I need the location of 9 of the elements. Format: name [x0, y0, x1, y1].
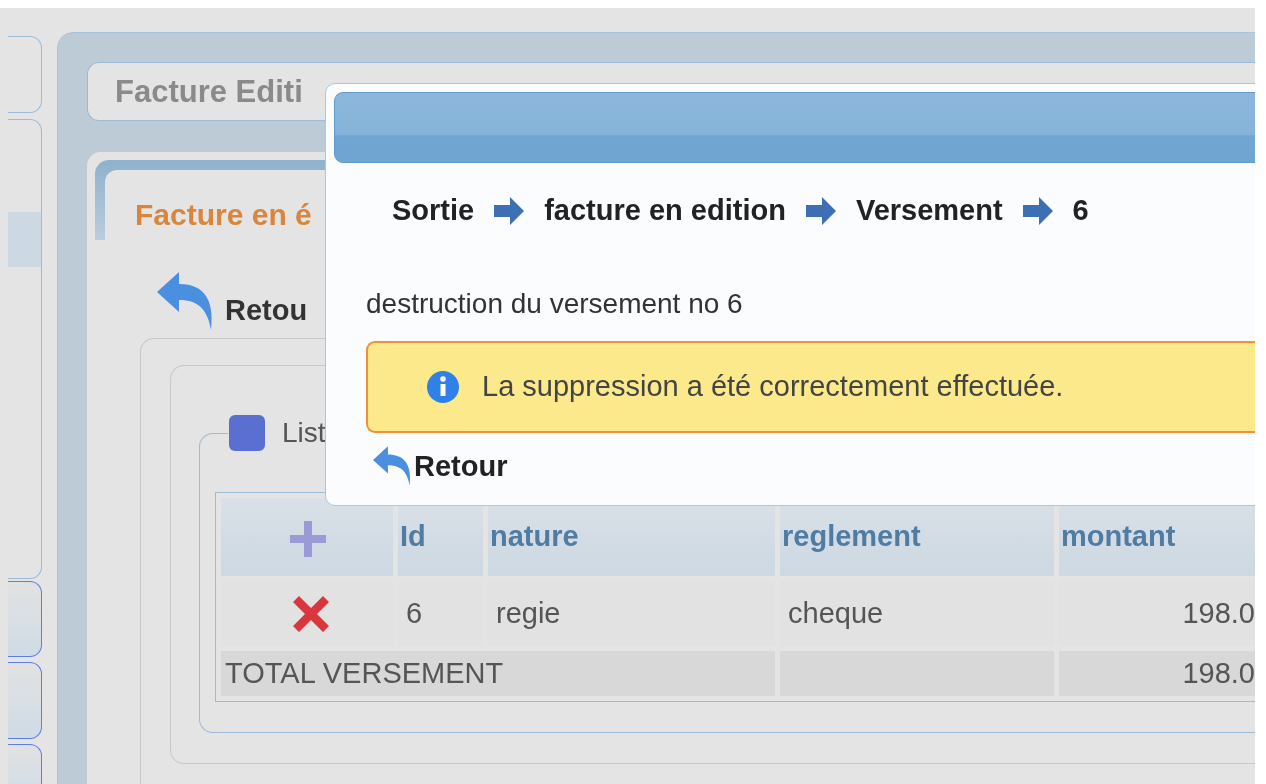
total-amount: 198.0: [1059, 651, 1255, 696]
total-label: TOTAL VERSEMENT: [221, 651, 775, 696]
list-legend: List: [282, 412, 326, 454]
breadcrumb-item: facture en edition: [544, 193, 786, 228]
breadcrumb-item: 6: [1072, 193, 1089, 228]
breadcrumb-item: Versement: [855, 193, 1003, 228]
breadcrumb-item: Sortie: [392, 193, 475, 228]
dialog-message: destruction du versement no 6: [366, 286, 744, 321]
alert-message: La suppression a été correctement effectuée.: [482, 368, 1064, 404]
